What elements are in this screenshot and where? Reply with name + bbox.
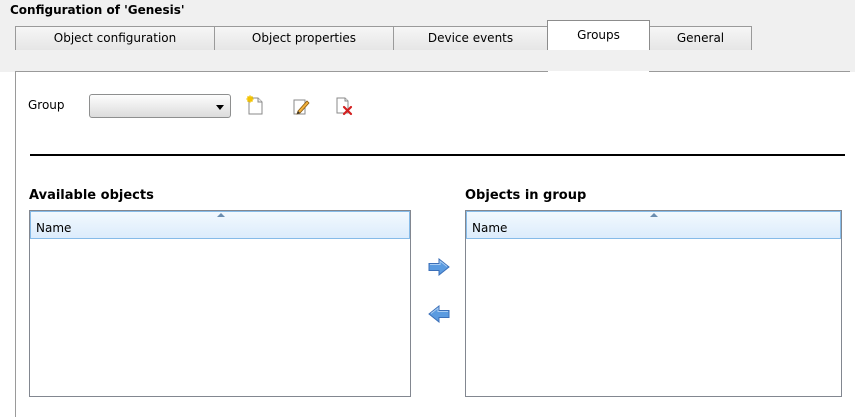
window-title: Configuration of 'Genesis' [10,3,185,17]
delete-group-icon[interactable] [335,96,353,116]
edit-group-icon[interactable] [292,96,310,116]
move-left-arrow-icon[interactable] [428,304,450,324]
group-combobox[interactable] [89,94,231,118]
sort-ascending-icon [650,213,658,217]
tab-panel-left-border [15,72,16,417]
available-objects-label: Available objects [29,188,154,203]
objects-in-group-name-column: Name [472,221,508,235]
tab-general[interactable]: General [649,26,752,50]
objects-in-group-label: Objects in group [465,188,587,203]
tab-object-properties[interactable]: Object properties [214,26,394,50]
title-bar: Configuration of 'Genesis' [0,0,855,21]
separator-line [30,154,845,156]
available-objects-name-header[interactable]: Name [30,211,410,239]
tab-object-configuration[interactable]: Object configuration [15,26,215,50]
active-tab-joiner [548,71,649,72]
available-objects-list[interactable]: Name [29,210,411,397]
objects-in-group-list[interactable]: Name [465,210,842,397]
sort-ascending-icon [217,213,225,217]
tab-panel-top-border [15,71,850,72]
objects-in-group-name-header[interactable]: Name [466,211,841,239]
chevron-down-icon [216,105,224,110]
new-group-icon[interactable] [246,95,264,115]
available-objects-name-column: Name [36,221,72,235]
move-right-arrow-icon[interactable] [428,257,450,277]
tab-device-events[interactable]: Device events [393,26,548,50]
tab-groups[interactable]: Groups [547,20,650,50]
group-label: Group [28,98,65,112]
